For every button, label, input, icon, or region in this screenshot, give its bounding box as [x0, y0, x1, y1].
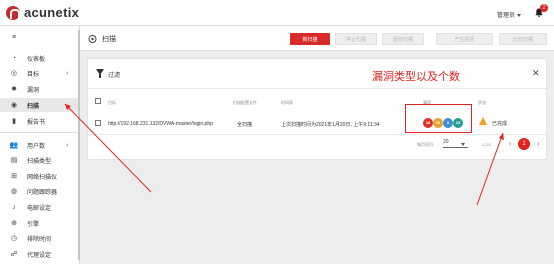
hamburger-icon: ≡	[11, 33, 17, 41]
chevron-right-icon: ›	[66, 141, 69, 149]
sidebar: ≡ ◔ 仪表板 ◎ 目标 › ✹ 漏洞 ◉ 扫描 ▮ 报告书 👥 用户数 › ▤…	[0, 26, 80, 264]
menu-toggle[interactable]: ≡	[0, 30, 80, 44]
column-header-schedule[interactable]: 时间表	[281, 100, 293, 106]
report-icon: ▮	[12, 118, 16, 125]
scan-icon	[88, 35, 97, 43]
new-scan-button[interactable]: 新扫描	[290, 33, 330, 45]
acunetix-logo[interactable]: acunetix	[6, 5, 79, 20]
network-scanner-icon: ⊞	[11, 173, 17, 180]
sidebar-item-label: 报告书	[27, 119, 46, 126]
sidebar-item-scans[interactable]: ◉ 扫描	[0, 98, 80, 112]
per-page-value: 20	[443, 139, 449, 145]
dashboard-icon: ◔	[11, 54, 17, 62]
vuln-highlight-box	[405, 104, 472, 133]
brand-name: acunetix	[24, 5, 80, 20]
next-page-icon[interactable]: ›	[537, 139, 540, 148]
proxy-icon: ☍	[10, 251, 18, 258]
stop-scan-button[interactable]: 停止扫描	[335, 33, 377, 45]
top-bar: acunetix 管理员 2	[0, 0, 554, 26]
sidebar-item-label: 用户数	[27, 143, 46, 150]
close-icon[interactable]: ✕	[532, 68, 540, 79]
users-icon: 👥	[9, 142, 19, 149]
column-header-target[interactable]: 目标	[108, 100, 116, 106]
page-title: 扫描	[102, 36, 116, 43]
sidebar-item-excluded-hours[interactable]: ◷ 排除时间	[0, 231, 80, 245]
select-all-checkbox[interactable]	[95, 98, 101, 104]
target-icon: ◎	[10, 70, 18, 77]
row-divider	[88, 134, 546, 135]
sidebar-item-label: 问题跟踪器	[27, 189, 58, 196]
sidebar-item-engines[interactable]: ⊕ 引擎	[0, 216, 80, 230]
compare-scans-button[interactable]: 比较扫描	[499, 33, 547, 45]
sidebar-item-targets[interactable]: ◎ 目标 ›	[0, 66, 80, 80]
generate-report-button[interactable]: 产生报告	[436, 33, 493, 45]
email-icon: ♪	[12, 203, 16, 211]
scan-target[interactable]: http://192.168.231.132/DVWA-master/login…	[108, 121, 213, 127]
sidebar-item-vulnerabilities[interactable]: ✹ 漏洞	[0, 82, 80, 96]
sidebar-item-scan-types[interactable]: ▤ 扫描类型	[0, 153, 80, 167]
chevron-down-icon	[461, 143, 465, 146]
sidebar-item-label: 网络扫描仪	[27, 174, 58, 181]
scan-schedule: 上次扫描时间为2021年1月20日, 上午9:11:34	[281, 122, 380, 128]
scan-profile: 全扫描	[237, 122, 253, 128]
sidebar-item-label: 扫描类型	[27, 158, 52, 165]
sidebar-item-label: 仪表板	[27, 56, 46, 63]
scans-card: 过滤 ✕	[87, 58, 548, 160]
column-header-status[interactable]: 状态	[478, 100, 486, 106]
scan-icon: ◉	[10, 102, 18, 109]
logo-icon	[6, 5, 20, 20]
sidebar-item-reports[interactable]: ▮ 报告书	[0, 114, 80, 128]
engine-icon: ⊕	[11, 220, 17, 227]
scan-type-icon: ▤	[10, 157, 18, 164]
chevron-down-icon	[517, 13, 522, 17]
sidebar-item-email-settings[interactable]: ♪ 电邮设定	[0, 200, 80, 214]
sidebar-item-users[interactable]: 👥 用户数 ›	[0, 138, 80, 152]
notification-badge: 2	[540, 4, 548, 12]
user-menu[interactable]: 管理员	[497, 10, 522, 19]
clock-icon: ◷	[10, 235, 18, 242]
sidebar-item-label: 排除时间	[27, 236, 52, 243]
sidebar-divider	[0, 132, 80, 133]
warning-icon	[479, 117, 487, 125]
per-page-label: 每页项目:	[417, 142, 435, 147]
sidebar-scrollbar[interactable]	[78, 30, 80, 260]
sidebar-item-network-scanner[interactable]: ⊞ 网络扫描仪	[0, 169, 80, 183]
bug-icon: ✹	[11, 86, 17, 93]
sidebar-item-dashboard[interactable]: ◔ 仪表板	[0, 51, 80, 65]
sidebar-item-proxy-settings[interactable]: ☍ 代理设定	[0, 247, 80, 261]
page-range: 1-2/1	[482, 142, 492, 147]
sidebar-item-issue-trackers[interactable]: ◍ 问题跟踪器	[0, 184, 80, 198]
issue-tracker-icon: ◍	[10, 188, 18, 195]
row-checkbox[interactable]	[95, 120, 101, 126]
sidebar-item-label: 引擎	[27, 221, 40, 228]
chevron-right-icon: ›	[66, 69, 69, 77]
user-name: 管理员	[497, 13, 516, 19]
sidebar-item-label: 扫描	[27, 103, 40, 110]
filter-label: 过滤	[108, 73, 121, 79]
sidebar-item-label: 目标	[27, 71, 40, 78]
prev-page-icon[interactable]: ‹	[509, 139, 512, 148]
sidebar-item-label: 电邮设定	[27, 205, 52, 212]
page-header: 扫描 新扫描 停止扫描 删除扫描 产生报告 比较扫描	[80, 26, 554, 51]
annotation-text: 漏洞类型以及个数	[372, 71, 460, 83]
sidebar-item-label: 漏洞	[27, 87, 40, 94]
delete-scan-button[interactable]: 删除扫描	[382, 33, 424, 45]
current-page[interactable]: 1	[518, 138, 530, 150]
filter-bar[interactable]: 过滤 ✕	[88, 59, 548, 89]
scan-status: 已完成	[492, 121, 508, 127]
sidebar-item-label: 代理设定	[27, 252, 52, 259]
column-header-profile[interactable]: 扫描配置文件	[233, 100, 257, 106]
